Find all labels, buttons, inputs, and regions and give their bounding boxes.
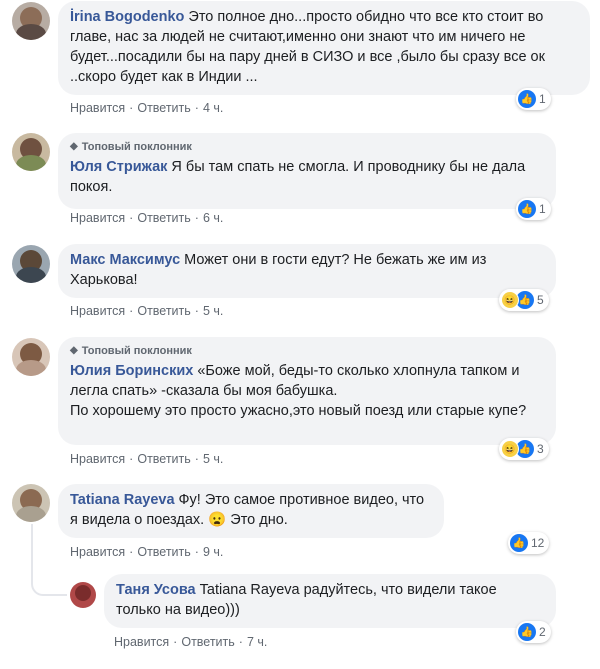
like-link[interactable]: Нравится xyxy=(70,452,125,466)
like-icon: 👍 xyxy=(510,534,528,552)
reaction-count: 1 xyxy=(539,202,546,216)
haha-icon: 😆 xyxy=(501,440,519,458)
haha-icon: 😆 xyxy=(501,291,519,309)
reaction-count: 3 xyxy=(537,442,544,456)
like-link[interactable]: Нравится xyxy=(70,211,125,225)
like-icon: 👍 xyxy=(518,200,536,218)
comment-actions: Нравится · Ответить · 7 ч. xyxy=(114,635,268,649)
avatar[interactable] xyxy=(12,484,50,522)
comment-text-line: По хорошему это просто ужасно,это новый … xyxy=(70,403,527,419)
reply-link[interactable]: Ответить xyxy=(137,545,190,559)
comment-time[interactable]: 5 ч. xyxy=(203,452,223,466)
comment-time[interactable]: 9 ч. xyxy=(203,545,223,559)
comment-author[interactable]: İrina Bogodenko xyxy=(70,9,184,25)
reactions-summary[interactable]: 😆 👍 5 xyxy=(499,289,549,311)
top-fan-badge: ◆ Топовый поклонник xyxy=(70,345,192,357)
comment-time[interactable]: 7 ч. xyxy=(247,635,267,649)
comment-actions: Нравится · Ответить · 6 ч. xyxy=(70,211,224,225)
reactions-summary[interactable]: 👍 1 xyxy=(516,198,551,220)
comment-author[interactable]: Tatiana Rayeva xyxy=(70,492,175,508)
reply-link[interactable]: Ответить xyxy=(137,452,190,466)
reply-link[interactable]: Ответить xyxy=(181,635,234,649)
comment-time[interactable]: 6 ч. xyxy=(203,211,223,225)
diamond-icon: ◆ xyxy=(70,141,78,152)
avatar[interactable] xyxy=(12,245,50,283)
avatar[interactable] xyxy=(12,2,50,40)
reactions-summary[interactable]: 👍 12 xyxy=(508,532,550,554)
like-icon: 👍 xyxy=(518,90,536,108)
comment-bubble: ◆ Топовый поклонник Юлия Боринских «Боже м… xyxy=(58,337,556,445)
comment-actions: Нравится · Ответить · 9 ч. xyxy=(70,545,224,559)
reply-link[interactable]: Ответить xyxy=(137,304,190,318)
avatar[interactable] xyxy=(12,133,50,171)
comment-author[interactable]: Юля Стрижак xyxy=(70,159,167,175)
comment-actions: Нравится · Ответить · 4 ч. xyxy=(70,101,224,115)
reply-link[interactable]: Ответить xyxy=(137,211,190,225)
reaction-count: 12 xyxy=(531,536,545,550)
like-icon: 👍 xyxy=(518,623,536,641)
comment-time[interactable]: 4 ч. xyxy=(203,101,223,115)
like-link[interactable]: Нравится xyxy=(70,545,125,559)
reaction-count: 2 xyxy=(539,625,546,639)
comment-bubble: Tatiana Rayeva Фу! Это самое противное ви… xyxy=(58,484,444,538)
like-link[interactable]: Нравится xyxy=(70,304,125,318)
reaction-count: 1 xyxy=(539,92,546,106)
comment-actions: Нравится · Ответить · 5 ч. xyxy=(70,304,224,318)
reactions-summary[interactable]: 👍 1 xyxy=(516,88,551,110)
like-link[interactable]: Нравится xyxy=(70,101,125,115)
reaction-count: 5 xyxy=(537,293,544,307)
reactions-summary[interactable]: 😆 👍 3 xyxy=(499,438,549,460)
comment-author[interactable]: Юлия Боринских xyxy=(70,363,193,379)
reply-thread-line xyxy=(31,524,67,596)
avatar[interactable] xyxy=(70,582,96,608)
top-fan-badge: ◆ Топовый поклонник xyxy=(70,141,192,153)
comment-bubble: ◆ Топовый поклонник Юля Стрижак Я бы там с… xyxy=(58,133,556,209)
comment-time[interactable]: 5 ч. xyxy=(203,304,223,318)
comment-author[interactable]: Таня Усова xyxy=(116,582,196,598)
reply-link[interactable]: Ответить xyxy=(137,101,190,115)
like-link[interactable]: Нравится xyxy=(114,635,169,649)
comment-author[interactable]: Макс Максимус xyxy=(70,252,180,268)
comment-bubble: Таня Усова Tatiana Rayeva радуйтесь, что … xyxy=(104,574,556,628)
comment-actions: Нравится · Ответить · 5 ч. xyxy=(70,452,224,466)
avatar[interactable] xyxy=(12,338,50,376)
diamond-icon: ◆ xyxy=(70,345,78,356)
comment-bubble: Макс Максимус Может они в гости едут? Не … xyxy=(58,244,556,298)
comment-bubble: İrina Bogodenko Это полное дно...просто о… xyxy=(58,1,590,95)
reactions-summary[interactable]: 👍 2 xyxy=(516,621,551,643)
